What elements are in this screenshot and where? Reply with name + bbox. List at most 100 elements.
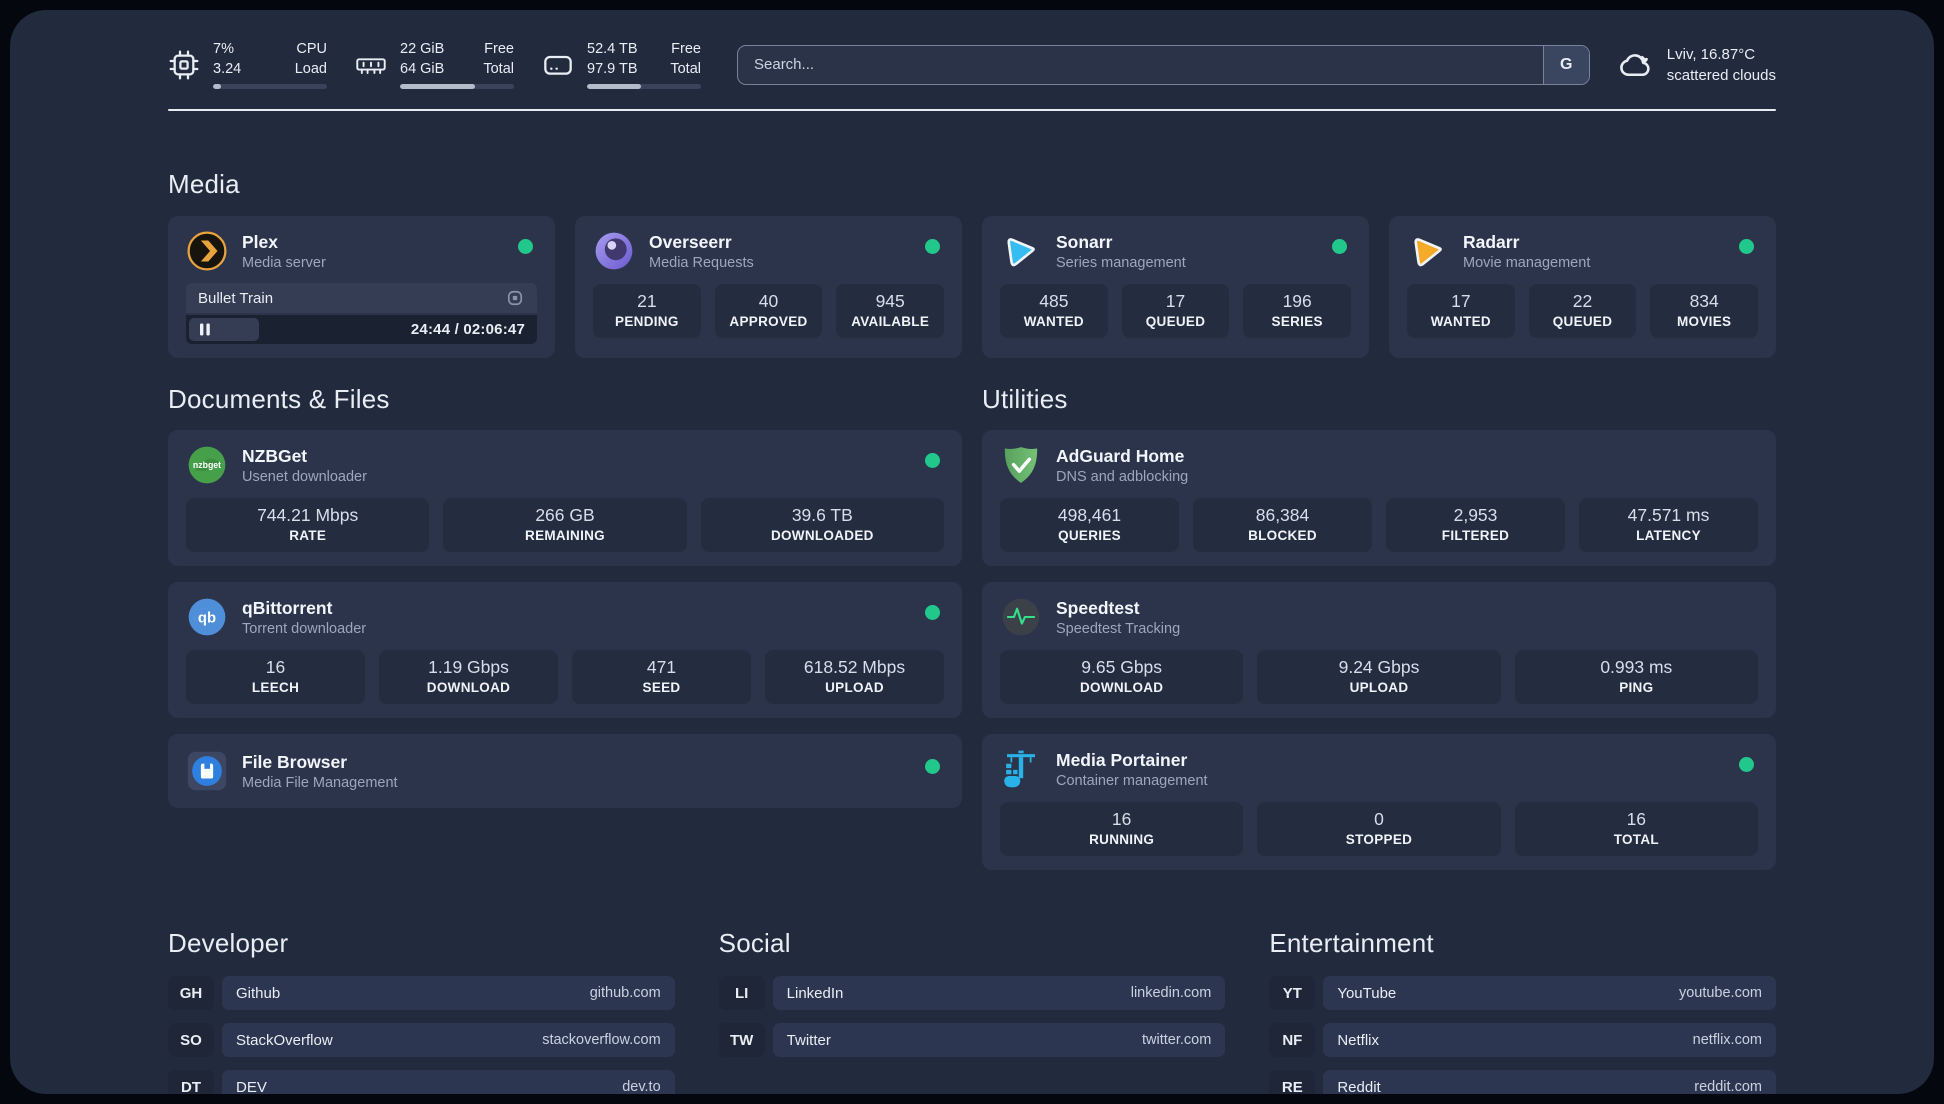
app-card-plex[interactable]: Plex Media server Bullet Train 24:44 / 0… [168,216,555,359]
header-divider [168,109,1776,112]
ram-free: 22 GiB [400,41,445,57]
app-subtitle: Speedtest Tracking [1056,620,1181,637]
app-card-speedtest[interactable]: Speedtest Speedtest Tracking 9.65 Gbps D… [982,582,1776,719]
link-badge: NF [1269,1023,1316,1058]
link-row-linkedin[interactable]: LI LinkedIn linkedin.com [718,976,1226,1011]
cpu-progress-bar [213,84,327,90]
stat-label: APPROVED [729,314,808,330]
link-row-stackoverflow[interactable]: SO StackOverflow stackoverflow.com [168,1023,675,1058]
app-subtitle: Media Requests [649,254,754,271]
app-subtitle: Media File Management [242,774,398,791]
plex-icon [187,231,227,271]
link-row-github[interactable]: GH Github github.com [168,976,675,1011]
app-card-adguard[interactable]: AdGuard Home DNS and adblocking 498,461 … [982,430,1776,567]
playback-time: 24:44 / 02:06:47 [410,321,525,339]
stat-label: TOTAL [1613,832,1659,848]
now-playing-title: Bullet Train [198,289,274,307]
stat-value: 16 [265,657,286,678]
app-card-portainer[interactable]: Media Portainer Container management 16 … [982,734,1776,871]
link-url: github.com [589,985,661,1002]
cpu-load: 3.24 [213,60,242,77]
link-url: youtube.com [1678,985,1762,1002]
stat-value: 618.52 Mbps [803,657,906,678]
ram-stat-group: 22 GiB 64 GiB Free Total [355,40,514,90]
app-card-nzbget[interactable]: nzbget NZBGet Usenet downloader 744.21 M… [168,430,962,567]
stat-label: SEED [642,680,681,696]
utilities-column: Utilities AdGuard Home DNS and adblockin… [982,384,1776,871]
stat-value: 1.19 Gbps [428,657,509,678]
stat-value: 498,461 [1057,505,1122,526]
stat-tile: 17 QUEUED [1121,284,1230,339]
ram-total: 64 GiB [400,60,445,77]
stat-tile: 0 STOPPED [1257,802,1501,857]
link-row-dev[interactable]: DT DEV dev.to [168,1070,675,1094]
storage-stat-group: 52.4 TB 97.9 TB Free Total [542,40,701,90]
app-title: qBittorrent [242,597,333,618]
link-url: stackoverflow.com [542,1032,661,1049]
app-subtitle: DNS and adblocking [1056,468,1189,485]
search-provider-button[interactable]: G [1542,45,1589,84]
app-title: Speedtest [1056,597,1140,618]
stat-tile: 471 SEED [572,650,751,705]
section-title-entertainment: Entertainment [1269,928,1434,959]
app-title: Media Portainer [1056,749,1188,770]
stat-tile: 9.65 Gbps DOWNLOAD [1000,650,1244,705]
link-row-youtube[interactable]: YT YouTube youtube.com [1269,976,1776,1011]
stat-label: UPLOAD [1349,680,1409,696]
app-subtitle: Container management [1056,772,1208,789]
playback-progress-fill [189,318,260,342]
stat-label: PING [1619,680,1654,696]
developer-links-column: Developer GH Github github.com SO StackO… [168,928,675,1094]
link-name: Netflix [1337,1031,1380,1049]
app-subtitle: Torrent downloader [242,620,367,637]
stat-value: 39.6 TB [791,505,853,526]
stat-value: 266 GB [535,505,595,526]
stat-tile: 945 AVAILABLE [836,284,945,339]
section-title-utilities: Utilities [982,384,1068,415]
stat-value: 0.993 ms [1600,657,1673,678]
search-input[interactable] [738,45,1543,84]
link-badge: LI [718,976,765,1011]
stat-value: 471 [646,657,677,678]
stat-value: 40 [758,291,779,312]
stat-value: 17 [1451,291,1471,312]
section-title-developer: Developer [168,928,289,959]
speedtest-icon [1002,598,1040,636]
app-card-filebrowser[interactable]: File Browser Media File Management [168,734,962,809]
app-title: Overseerr [649,231,732,252]
link-row-netflix[interactable]: NF Netflix netflix.com [1269,1023,1776,1058]
weather-location: Lviv, 16.87°C [1666,45,1756,63]
link-row-twitter[interactable]: TW Twitter twitter.com [718,1023,1226,1058]
app-title: File Browser [242,751,348,772]
app-card-overseerr[interactable]: Overseerr Media Requests 21 PENDING 40 A… [575,216,962,359]
app-card-radarr[interactable]: Radarr Movie management 17 WANTED 22 QUE… [1389,216,1776,359]
cloud-icon [1619,53,1650,76]
stat-value: 9.65 Gbps [1081,657,1163,678]
app-card-qbittorrent[interactable]: qb qBittorrent Torrent downloader 16 LEE… [168,582,962,719]
stat-label: RATE [289,528,327,544]
stat-label: SERIES [1271,314,1323,330]
app-card-sonarr[interactable]: Sonarr Series management 485 WANTED 17 Q… [982,216,1369,359]
stat-label: RUNNING [1089,832,1155,848]
link-name: YouTube [1337,984,1397,1002]
link-badge: TW [718,1023,765,1058]
stat-tile: 40 APPROVED [714,284,823,339]
app-title: NZBGet [242,445,308,466]
nzbget-icon: nzbget [188,446,226,484]
link-badge: SO [168,1023,214,1058]
link-row-reddit[interactable]: RE Reddit reddit.com [1269,1070,1776,1094]
stat-tile: 0.993 ms PING [1514,650,1758,705]
disk-progress-bar [587,84,701,90]
stat-value: 21 [637,291,657,312]
cpu-label-1: CPU [296,41,327,57]
link-url: twitter.com [1142,1032,1212,1049]
stat-tile: 16 RUNNING [1000,802,1244,857]
stat-tile: 266 GB REMAINING [443,498,687,553]
radarr-icon [1414,238,1442,267]
portainer-icon [1004,750,1035,788]
stat-tile: 618.52 Mbps UPLOAD [765,650,944,705]
app-title: Plex [242,231,278,252]
ram-label-2: Total [483,60,514,77]
stat-tile: 2,953 FILTERED [1386,498,1565,553]
stat-tile: 17 WANTED [1407,284,1515,339]
